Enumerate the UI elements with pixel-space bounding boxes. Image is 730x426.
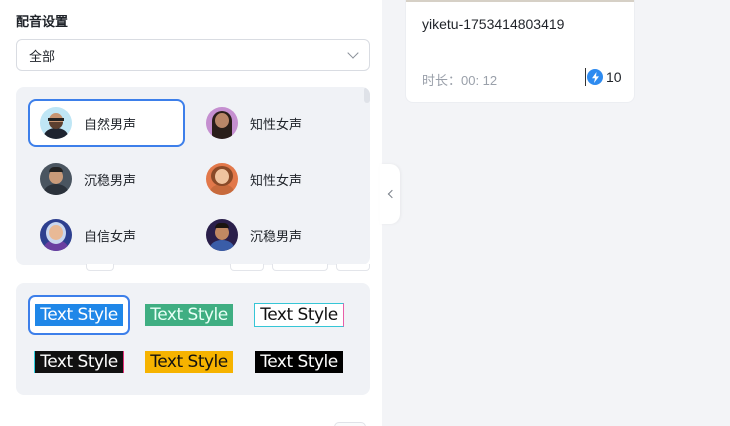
video-title: yiketu-1753414803419	[422, 16, 565, 32]
text-style-option-black[interactable]: Text Style	[248, 342, 350, 382]
text-style-preview: Text Style	[255, 351, 343, 373]
credits-value: 10	[606, 69, 622, 85]
text-style-option-blue[interactable]: Text Style	[28, 295, 130, 335]
voice-item-intellectual-female[interactable]: 知性女声	[194, 99, 351, 147]
voice-label: 沉稳男声	[250, 228, 303, 244]
voice-item-steady-male[interactable]: 沉稳男声	[28, 155, 185, 203]
voice-label: 自信女声	[84, 228, 137, 244]
voice-label: 知性女声	[250, 116, 303, 132]
voice-item-intellectual-female-2[interactable]: 知性女声	[194, 155, 351, 203]
avatar	[206, 107, 238, 139]
credits-cost: 10	[585, 68, 622, 86]
text-style-option-yellow[interactable]: Text Style	[138, 342, 240, 382]
voice-filter-value: 全部	[29, 48, 56, 64]
voice-item-steady-male-2[interactable]: 沉稳男声	[194, 211, 351, 259]
voice-label: 自然男声	[84, 116, 137, 132]
avatar	[40, 219, 72, 251]
text-cursor	[585, 68, 586, 86]
voice-label: 沉稳男声	[84, 172, 137, 188]
collapse-panel-button[interactable]	[380, 164, 400, 224]
chevron-down-icon	[347, 47, 359, 59]
video-duration: 时长：00: 12	[422, 73, 498, 88]
text-style-preview: Text Style	[145, 351, 233, 373]
text-style-option-outline[interactable]: Text Style	[248, 295, 350, 335]
lightning-icon	[587, 69, 603, 85]
avatar	[206, 219, 238, 251]
pager-control[interactable]	[230, 264, 264, 271]
video-card[interactable]: yiketu-1753414803419 时长：00: 12 10	[405, 0, 635, 103]
voice-label: 知性女声	[250, 172, 303, 188]
pager-control[interactable]	[272, 264, 328, 271]
text-style-option-green[interactable]: Text Style	[138, 295, 240, 335]
voice-item-natural-male[interactable]: 自然男声	[28, 99, 185, 147]
text-style-preview: Text Style	[145, 304, 233, 326]
text-style-grid: Text Style Text Style Text Style Text St…	[16, 283, 370, 395]
avatar	[206, 163, 238, 195]
avatar	[40, 163, 72, 195]
pager-control[interactable]	[86, 264, 114, 271]
settings-panel: 配音设置 全部 自然男声 知性女声 沉稳男声 知性女声 自信女声 沉稳男声 Te…	[0, 0, 382, 426]
chevron-left-icon	[387, 189, 396, 199]
text-style-preview: Text Style	[254, 303, 344, 327]
toggle-switch[interactable]	[334, 422, 366, 426]
voice-filter-select[interactable]: 全部	[16, 39, 370, 71]
dubbing-settings-title: 配音设置	[16, 14, 69, 29]
voice-item-confident-female[interactable]: 自信女声	[28, 211, 185, 259]
voice-list-scrollbar[interactable]	[364, 87, 370, 103]
video-thumbnail	[406, 0, 634, 2]
text-style-preview: Text Style	[35, 304, 123, 326]
text-style-preview: Text Style	[35, 351, 123, 373]
text-style-option-glitch[interactable]: Text Style	[28, 342, 130, 382]
pager-control[interactable]	[336, 264, 370, 271]
voice-list: 自然男声 知性女声 沉稳男声 知性女声 自信女声 沉稳男声	[16, 87, 370, 265]
avatar	[40, 107, 72, 139]
